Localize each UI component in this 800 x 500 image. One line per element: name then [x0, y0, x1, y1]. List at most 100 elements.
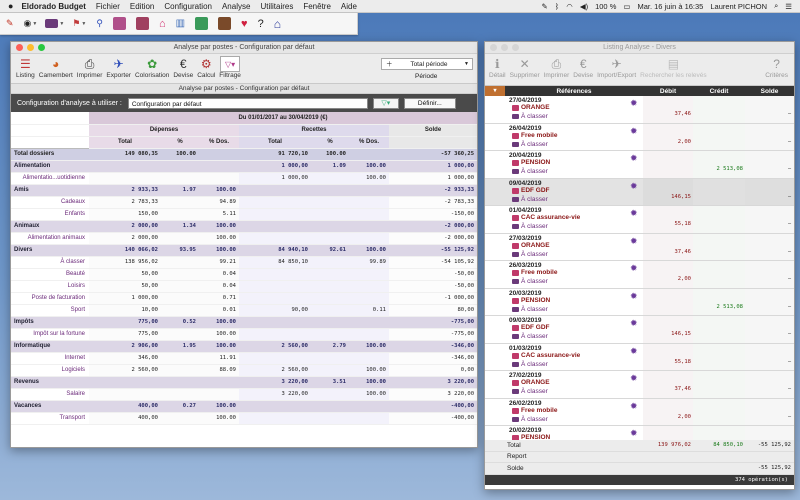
- col-rec-total[interactable]: Total: [239, 136, 311, 149]
- category-row[interactable]: Informatique 2 906,00 1.95 100.00 2 560,00 2.…: [11, 340, 478, 353]
- col-rec-pctdos[interactable]: % Dos.: [349, 136, 389, 149]
- subcategory-row[interactable]: À classer 138 956,02 99.21 84 850,10 99.89 -5…: [11, 256, 478, 269]
- transfer-button[interactable]: [135, 15, 149, 33]
- folder-button[interactable]: ▼: [45, 15, 64, 33]
- bluetooth-icon[interactable]: ᛒ: [555, 2, 560, 11]
- print-button[interactable]: ⎙ Imprimer: [77, 56, 103, 80]
- devise-button[interactable]: € Devise: [173, 56, 193, 79]
- pin-button[interactable]: ⚲: [96, 15, 103, 33]
- main-home-button[interactable]: ⌂: [274, 15, 281, 33]
- calcul-button[interactable]: ⚙ Calcul: [197, 56, 215, 79]
- battery-icon[interactable]: ▭: [623, 2, 630, 11]
- help-button[interactable]: ?: [258, 15, 264, 33]
- camembert-button[interactable]: ◕ Camembert: [39, 56, 73, 79]
- list-item[interactable]: 27/04/2019 ORANGE À classer ✹ 37,46 –: [485, 96, 794, 124]
- col-credit[interactable]: Crédit: [693, 88, 745, 95]
- minimize-button[interactable]: [27, 44, 34, 51]
- listing-titlebar[interactable]: Listing Analyse - Divers: [485, 42, 794, 54]
- camera-button[interactable]: ◉ ▼: [24, 15, 38, 33]
- list-item[interactable]: 27/03/2019 ORANGE À classer ✹ 37,46 –: [485, 233, 794, 261]
- list-item[interactable]: 26/02/2019 Free mobile À classer ✹ 2,00 –: [485, 398, 794, 426]
- export-button[interactable]: ✈ Exporter: [106, 56, 131, 79]
- category-row[interactable]: Alimentation 1 000,00 1.09 100.00 1 000,00: [11, 160, 478, 173]
- config-input[interactable]: Configuration par défaut: [127, 97, 368, 109]
- zoom-button[interactable]: [38, 44, 45, 51]
- favorites-button[interactable]: ♥: [241, 15, 248, 33]
- criteria-button[interactable]: ? Critères: [765, 56, 788, 79]
- subcategory-row[interactable]: Poste de facturation 1 000,00 0.71 -1 000,0…: [11, 292, 478, 305]
- filtrage-button[interactable]: ▽▾ Filtrage: [219, 56, 241, 79]
- listing-button[interactable]: ☰ Listing: [16, 56, 35, 79]
- apple-icon[interactable]: ●: [8, 1, 13, 11]
- clock[interactable]: Mar. 16 juin à 16:35: [637, 2, 703, 11]
- list-item[interactable]: 26/03/2019 Free mobile À classer ✹ 2,00 –: [485, 261, 794, 289]
- colorisation-button[interactable]: ✿ Colorisation: [135, 56, 169, 79]
- subcategory-row[interactable]: Sport 10,00 0.01 90,00 0.11 80,00: [11, 304, 478, 317]
- col-rec-pct[interactable]: %: [311, 136, 349, 149]
- col-debit[interactable]: Débit: [643, 88, 693, 95]
- period-selector[interactable]: ＋ Total période ▼: [381, 58, 473, 70]
- pencil-tool-button[interactable]: ✎: [6, 15, 14, 33]
- subcategory-row[interactable]: Salaire 3 220,00 100.00 3 220,00: [11, 388, 478, 401]
- menu-edition[interactable]: Edition: [130, 2, 154, 11]
- category-row[interactable]: Vacances 400,00 0.27 100.00 -400,00: [11, 400, 478, 413]
- wifi-icon[interactable]: ◠: [566, 2, 573, 11]
- list-item[interactable]: 20/04/2019 PENSION À classer ✹ 2 513,08 –: [485, 151, 794, 179]
- menu-configuration[interactable]: Configuration: [164, 2, 212, 11]
- import-export-button[interactable]: ✈ Import/Export: [597, 56, 636, 79]
- total-row[interactable]: Total dossiers 149 080,35 100.00 91 720,10 1…: [11, 148, 478, 161]
- detail-button[interactable]: ℹ Détail: [489, 56, 506, 79]
- col-dep-total[interactable]: Total: [89, 136, 161, 149]
- home-button[interactable]: ⌂: [159, 15, 166, 33]
- category-row[interactable]: Divers 140 066,02 93.95 100.00 84 940,10 92.6…: [11, 244, 478, 257]
- analysis-titlebar[interactable]: Analyse par postes - Configuration par d…: [11, 42, 477, 54]
- subcategory-row[interactable]: Enfants 150,00 5.11 -150,00: [11, 208, 478, 221]
- calendar-button[interactable]: [195, 15, 209, 33]
- zoom-button[interactable]: [512, 44, 519, 51]
- search-statements-button[interactable]: ▤ Rechercher les relevés: [640, 56, 706, 79]
- subcategory-row[interactable]: Cadeaux 2 783,33 94.89 -2 783,33: [11, 196, 478, 209]
- subcategory-row[interactable]: Beauté 50,00 0.04 -50,00: [11, 268, 478, 281]
- subcategory-row[interactable]: Alimentatio...uotidienne 1 000,00 100.00 1 …: [11, 172, 478, 185]
- col-references[interactable]: Références: [505, 88, 643, 95]
- col-dep-pctdos[interactable]: % Dos.: [199, 136, 239, 149]
- search-icon[interactable]: ⌕: [774, 1, 778, 11]
- menu-utilitaires[interactable]: Utilitaires: [260, 2, 293, 11]
- minimize-button[interactable]: [501, 44, 508, 51]
- category-row[interactable]: Animaux 2 000,00 1.34 100.00 -2 000,00: [11, 220, 478, 233]
- subcategory-row[interactable]: Alimentation animaux 2 000,00 100.00 -2 000…: [11, 232, 478, 245]
- list-item[interactable]: 26/04/2019 Free mobile À classer ✹ 2,00 –: [485, 123, 794, 151]
- category-row[interactable]: Revenus 3 220,00 3.51 100.00 3 220,00: [11, 376, 478, 389]
- pen-icon[interactable]: ✎: [541, 2, 547, 11]
- list-item[interactable]: 20/02/2019 PENSION ✹: [485, 426, 794, 440]
- close-button[interactable]: [490, 44, 497, 51]
- subcategory-row[interactable]: Logiciels 2 560,00 88.09 2 560,00 100.00 0,00: [11, 364, 478, 377]
- list-item[interactable]: 20/03/2019 PENSION À classer ✹ 2 513,08 –: [485, 288, 794, 316]
- config-filter-button[interactable]: ▽▾: [372, 97, 399, 109]
- list-item[interactable]: 27/02/2019 ORANGE À classer ✹ 37,46 –: [485, 371, 794, 399]
- category-row[interactable]: Amis 2 933,33 1.97 100.00 -2 933,33: [11, 184, 478, 197]
- list-print-button[interactable]: ⎙ Imprimer: [544, 56, 570, 80]
- subcategory-row[interactable]: Transport 400,00 100.00 -400,00: [11, 412, 478, 425]
- define-button[interactable]: Définir...: [403, 97, 456, 109]
- list-sort-control[interactable]: ▾: [485, 86, 505, 96]
- delete-button[interactable]: ✕ Supprimer: [510, 56, 540, 79]
- battery-text[interactable]: 100 %: [595, 2, 616, 11]
- user-name[interactable]: Laurent PICHON: [710, 2, 767, 11]
- col-solde[interactable]: Solde: [745, 88, 794, 95]
- col-dep-pct[interactable]: %: [161, 136, 199, 149]
- close-button[interactable]: [16, 44, 23, 51]
- list-item[interactable]: 01/04/2019 CAC assurance-vie À classer ✹ 55,…: [485, 206, 794, 234]
- menu-aide[interactable]: Aide: [341, 2, 357, 11]
- category-row[interactable]: Impôts 775,00 0.52 100.00 -775,00: [11, 316, 478, 329]
- menu-fichier[interactable]: Fichier: [96, 2, 120, 11]
- list-item[interactable]: 09/03/2019 EDF GDF À classer ✹ 146,15 –: [485, 316, 794, 344]
- control-center-icon[interactable]: ☰: [785, 2, 792, 11]
- subcategory-row[interactable]: Internet 346,00 11.91 -346,00: [11, 352, 478, 365]
- menu-fenetre[interactable]: Fenêtre: [303, 2, 331, 11]
- menu-analyse[interactable]: Analyse: [222, 2, 250, 11]
- list-item[interactable]: 09/04/2019 EDF GDF À classer ✹ 146,15 –: [485, 178, 794, 206]
- subcategory-row[interactable]: Impôt sur la fortune 775,00 100.00 -775,00: [11, 328, 478, 341]
- safe-button[interactable]: [218, 15, 232, 33]
- flag-button[interactable]: ⚑ ▼: [72, 15, 86, 33]
